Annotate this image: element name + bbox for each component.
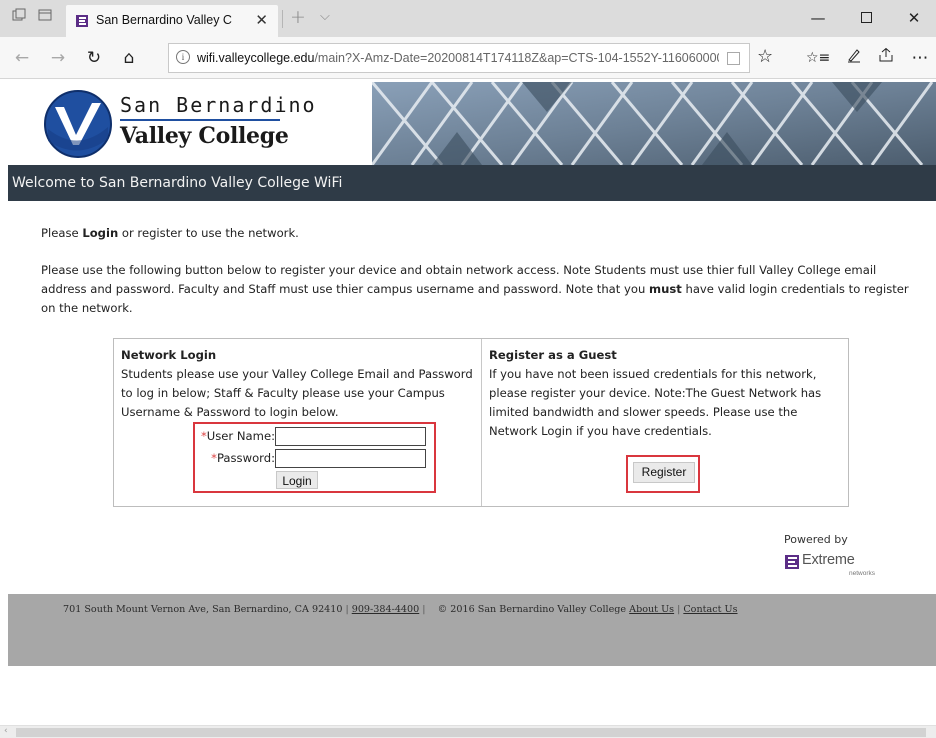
panel-divider: [481, 339, 482, 506]
url-bar[interactable]: i wifi.valleycollege.edu/main?X-Amz-Date…: [168, 43, 750, 73]
college-logo-icon: [44, 90, 112, 158]
maximize-icon[interactable]: [846, 6, 886, 30]
extreme-favicon: [76, 15, 88, 27]
ellipsis-icon[interactable]: ⋯: [908, 46, 932, 70]
about-us-link[interactable]: About Us: [629, 604, 674, 615]
building-photo: [372, 82, 936, 165]
extreme-wordmark: Extreme: [802, 552, 855, 568]
guest-register-section: Register as a Guest If you have not been…: [489, 346, 841, 441]
arrow-left-icon[interactable]: ←: [10, 46, 34, 70]
tab-title: San Bernardino Valley C: [96, 13, 232, 27]
network-login-title: Network Login: [121, 348, 217, 362]
networks-wordmark: networks: [849, 570, 876, 577]
home-icon[interactable]: ⌂: [117, 46, 141, 70]
browser-tab[interactable]: San Bernardino Valley C ✕: [66, 5, 278, 37]
register-instructions: Please use the following button below to…: [41, 263, 909, 315]
site-banner: San Bernardino Valley College: [8, 82, 936, 165]
login-prompt: Please Login or register to use the netw…: [41, 226, 299, 240]
reading-view-icon[interactable]: [727, 52, 740, 65]
browser-tab-bar: San Bernardino Valley C ✕ + ⌵ — ✕: [0, 0, 936, 37]
tab-separator: [282, 10, 283, 28]
contact-us-link[interactable]: Contact Us: [683, 604, 737, 615]
extreme-networks-logo[interactable]: Extreme networks: [785, 552, 885, 580]
horizontal-scrollbar[interactable]: ‹: [0, 725, 936, 738]
scrollbar-thumb[interactable]: [16, 728, 926, 737]
arrow-right-icon[interactable]: →: [46, 46, 70, 70]
scroll-left-icon[interactable]: ‹: [4, 726, 8, 736]
logo-rule: [120, 119, 280, 121]
welcome-bar: Welcome to San Bernardino Valley College…: [8, 165, 936, 201]
footer-copyright: © 2016 San Bernardino Valley College: [437, 604, 627, 615]
login-register-panel: Network Login Students please use your V…: [113, 338, 849, 507]
register-highlight-box: [626, 455, 700, 493]
footer-text: 701 South Mount Vernon Ave, San Bernardi…: [63, 604, 738, 615]
tabs-aside-icon[interactable]: [8, 8, 30, 28]
network-login-description: Students please use your Valley College …: [121, 367, 473, 419]
chevron-down-icon[interactable]: ⌵: [320, 9, 330, 24]
guest-description: If you have not been issued credentials …: [489, 367, 822, 438]
network-login-section: Network Login Students please use your V…: [121, 346, 473, 422]
info-icon[interactable]: i: [176, 50, 190, 64]
login-highlight-box: [193, 422, 436, 493]
url-text: wifi.valleycollege.edu/main?X-Amz-Date=2…: [197, 51, 719, 65]
tab-preview-icon[interactable]: [34, 8, 56, 28]
new-tab-icon[interactable]: +: [290, 6, 306, 28]
close-tab-icon[interactable]: ✕: [255, 11, 268, 29]
browser-address-bar: ← → ↻ ⌂ i wifi.valleycollege.edu/main?X-…: [0, 37, 936, 79]
powered-by-label: Powered by: [784, 533, 848, 546]
footer-phone-link[interactable]: 909-384-4400: [352, 604, 420, 615]
guest-title: Register as a Guest: [489, 348, 617, 362]
share-icon[interactable]: [874, 46, 898, 70]
refresh-icon[interactable]: ↻: [82, 46, 106, 70]
close-window-icon[interactable]: ✕: [894, 6, 934, 30]
footer-address: 701 South Mount Vernon Ave, San Bernardi…: [63, 604, 343, 615]
star-icon[interactable]: ☆: [757, 46, 773, 67]
logo-line-2: Valley College: [120, 123, 289, 149]
site-footer: 701 South Mount Vernon Ave, San Bernardi…: [8, 594, 936, 666]
extreme-logo-icon: [785, 555, 799, 569]
logo-line-1: San Bernardino: [120, 93, 317, 117]
minimize-icon[interactable]: —: [798, 6, 838, 30]
pen-icon[interactable]: [842, 46, 866, 70]
favorites-list-icon[interactable]: ☆≡: [806, 46, 830, 70]
